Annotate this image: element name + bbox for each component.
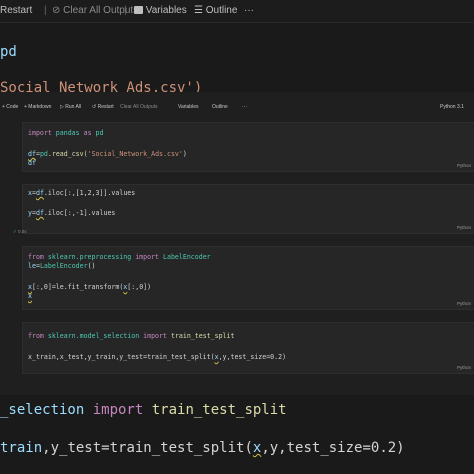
bg-code-text: train_test_split xyxy=(143,402,287,418)
module-name: pandas xyxy=(51,129,84,137)
cell-language-label[interactable]: Python xyxy=(457,163,471,168)
code-text: .iloc[:,[1,2,3]].values xyxy=(43,189,136,197)
keyword: import xyxy=(143,332,167,340)
outline-icon: ☰ xyxy=(194,5,206,16)
code-text: [:,0]) xyxy=(127,283,152,291)
bg-code-line-1: pd xyxy=(0,44,17,60)
code-text: .iloc[:,-1].values xyxy=(43,209,116,217)
variable: df xyxy=(28,159,36,167)
code-line: x[:,0]=le.fit_transform(x[:,0]) xyxy=(28,283,151,291)
bg-code-text: ,y,test_size=0.2) xyxy=(261,440,405,456)
function-name: train_test_split xyxy=(166,332,235,340)
code-line: x xyxy=(28,292,32,300)
module-name: sklearn.model_selection xyxy=(43,332,144,340)
separator: | xyxy=(124,5,127,16)
notebook-toolbar: + Code + Markdown ▷ Run All ↺ Restart Cl… xyxy=(0,100,474,114)
cell-language-label[interactable]: Python xyxy=(457,301,471,306)
code-line: df xyxy=(28,159,36,167)
run-all-button[interactable]: ▷ Run All xyxy=(60,104,81,110)
alias: pd xyxy=(91,129,104,137)
code-line: x=df.iloc[:,[1,2,3]].values xyxy=(28,189,135,197)
clear-all-label: Clear All Outputs xyxy=(63,5,139,16)
variables-label: Variables xyxy=(145,5,187,16)
restart-kernel-button[interactable]: ↺ Restart xyxy=(92,104,114,110)
add-markdown-cell-button[interactable]: + Markdown xyxy=(24,104,51,110)
keyword: import xyxy=(135,253,160,261)
variables-icon xyxy=(134,6,143,14)
add-code-cell-button[interactable]: + Code xyxy=(2,104,18,110)
clear-outputs-button[interactable]: Clear All Outputs xyxy=(120,104,158,110)
code-line: y=df.iloc[:,-1].values xyxy=(28,209,115,217)
variables-button[interactable]: Variables xyxy=(178,104,198,110)
bg-code-text: train xyxy=(0,440,43,456)
class-name: LabelEncoder xyxy=(39,262,88,270)
cell-language-label[interactable]: Python xyxy=(457,225,471,230)
variable: x xyxy=(28,292,32,300)
more-button[interactable]: ··· xyxy=(242,104,247,110)
bg-code-text: pd xyxy=(0,44,17,60)
outline-button[interactable]: ☰ Outline xyxy=(194,5,237,16)
keyword: from xyxy=(28,253,44,261)
code-cell-label-encoder[interactable]: from sklearn.preprocessing import LabelE… xyxy=(22,246,474,310)
code-cell-train-test-split[interactable]: from sklearn.model_selection import trai… xyxy=(22,322,474,374)
variables-button[interactable]: Variables xyxy=(134,5,187,16)
cell-exec-status: ✓ 0.0s xyxy=(13,229,27,235)
module-name: sklearn.preprocessing xyxy=(43,253,136,261)
module-name: pd xyxy=(39,150,48,158)
keyword: import xyxy=(28,129,52,137)
code-cell-read-csv[interactable]: import pandas as pd df=pd.read_csv('Soci… xyxy=(22,122,474,172)
string-literal: 'Social_Network_Ads.csv' xyxy=(87,150,183,158)
code-line: le=LabelEncoder() xyxy=(28,262,96,270)
restart-button[interactable]: Restart xyxy=(0,5,32,16)
cell-language-label[interactable]: Python xyxy=(457,365,471,370)
code-text: [:,0]=le.fit_transform( xyxy=(31,283,124,291)
variable: df xyxy=(35,189,44,197)
code-line: df=pd.read_csv('Social_Network_Ads.csv') xyxy=(28,150,187,158)
punctuation: () xyxy=(87,262,96,270)
exec-time: 0.0s xyxy=(18,229,27,234)
code-cell-features[interactable]: x=df.iloc[:,[1,2,3]].values y=df.iloc[:,… xyxy=(22,184,474,234)
variable: df xyxy=(35,209,44,217)
variable: le xyxy=(28,262,36,270)
keyword: from xyxy=(28,332,44,340)
outline-button[interactable]: Outline xyxy=(212,104,228,110)
background-toolbar: Restart | ⊘ Clear All Outputs | Variable… xyxy=(0,0,474,23)
code-line: x_train,x_test,y_train,y_test=train_test… xyxy=(28,353,286,361)
bg-code-keyword: import xyxy=(92,402,144,418)
more-button[interactable]: ··· xyxy=(244,5,254,16)
separator: | xyxy=(44,5,47,16)
outline-label: Outline xyxy=(205,5,238,16)
bg-code-line-3: _selection import train_test_split xyxy=(0,402,287,418)
function-call: .read_csv( xyxy=(47,150,88,158)
bg-code-line-4: train,y_test=train_test_split(x,y,test_s… xyxy=(0,440,405,456)
variable: df xyxy=(28,150,36,158)
check-icon: ✓ xyxy=(13,229,17,234)
clear-icon: ⊘ xyxy=(52,5,64,16)
code-line: from sklearn.model_selection import trai… xyxy=(28,332,234,340)
class-name: LabelEncoder xyxy=(159,253,211,261)
punctuation: ) xyxy=(182,150,187,158)
code-line: from sklearn.preprocessing import LabelE… xyxy=(28,253,211,261)
bg-code-text: ,y_test=train_test_split( xyxy=(42,440,253,456)
kernel-picker[interactable]: Python 3.1 xyxy=(440,104,464,110)
bg-code-text: _selection xyxy=(0,402,93,418)
code-text: ,y,test_size=0.2) xyxy=(218,353,287,361)
code-line: import pandas as pd xyxy=(28,129,103,137)
code-text: x_train,x_test,y_train,y_test=train_test… xyxy=(28,353,215,361)
notebook-window: + Code + Markdown ▷ Run All ↺ Restart Cl… xyxy=(0,92,474,395)
keyword: as xyxy=(83,129,92,137)
